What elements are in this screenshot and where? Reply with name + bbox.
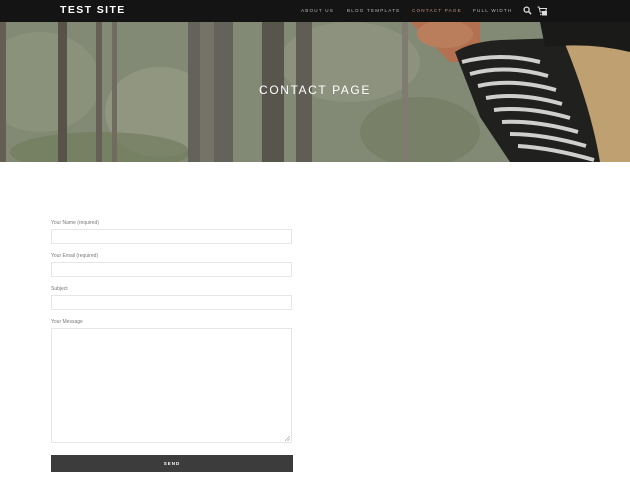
name-label: Your Name (required) bbox=[51, 220, 99, 226]
site-title[interactable]: TEST SITE bbox=[60, 0, 126, 22]
site-header: TEST SITE ABOUT US BLOG TEMPLATE CONTACT… bbox=[0, 0, 630, 22]
send-button[interactable]: SEND bbox=[51, 455, 293, 472]
nav-full-width[interactable]: FULL WIDTH bbox=[473, 0, 512, 22]
email-field[interactable] bbox=[51, 262, 292, 277]
subject-label: Subject bbox=[51, 286, 68, 292]
nav-blog-template[interactable]: BLOG TEMPLATE bbox=[347, 0, 400, 22]
message-textarea[interactable] bbox=[51, 328, 292, 443]
email-label: Your Email (required) bbox=[51, 253, 99, 259]
name-field[interactable] bbox=[51, 229, 292, 244]
hero-banner: CONTACT PAGE bbox=[0, 22, 630, 162]
nav-about-us[interactable]: ABOUT US bbox=[301, 0, 334, 22]
resize-grip-icon[interactable] bbox=[285, 436, 290, 441]
search-icon[interactable] bbox=[523, 6, 532, 15]
nav-contact-page[interactable]: CONTACT PAGE bbox=[412, 0, 462, 22]
cart-icon[interactable] bbox=[537, 6, 548, 16]
page-title: CONTACT PAGE bbox=[259, 83, 371, 97]
subject-field[interactable] bbox=[51, 295, 292, 310]
message-label: Your Message bbox=[51, 319, 83, 325]
